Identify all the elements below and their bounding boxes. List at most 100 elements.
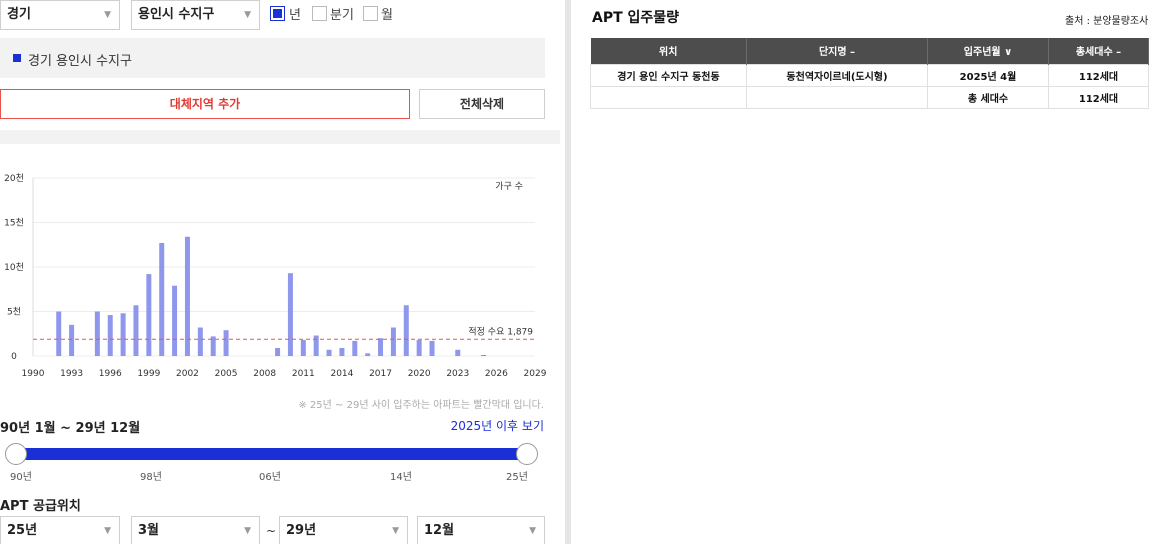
bar-2015[interactable] — [352, 340, 358, 356]
y-tick-label: 5천 — [7, 307, 21, 318]
right-panel: APT 입주물량 출처 : 분양물량조사 위치 단지명 – 입주년월 ∨ 총세대… — [571, 0, 1152, 544]
x-tick-label: 2017 — [369, 369, 392, 379]
table-cell: 112세대 — [1048, 63, 1149, 87]
y-tick-label: 20천 — [4, 173, 24, 184]
chart-footnote: ※ 25년 ~ 29년 사이 입주하는 아파트는 빨간막대 입니다. — [298, 400, 544, 411]
bar-2011[interactable] — [300, 339, 306, 356]
reference-line-label: 적정 수요 1,879 — [468, 325, 533, 337]
checkbox-quarter[interactable] — [312, 6, 327, 21]
table-cell: 경기 용인 수지구 동천동 — [590, 63, 747, 87]
bar-2021[interactable] — [429, 340, 435, 356]
slider-label: 06년 — [259, 472, 281, 483]
table-cell — [590, 85, 747, 109]
from-year-value: 25년 — [7, 523, 38, 538]
bar-1997[interactable] — [120, 313, 126, 356]
table-cell: 총 세대수 — [927, 85, 1049, 109]
bar-2025[interactable] — [481, 355, 487, 356]
x-tick-label: 2008 — [253, 369, 276, 379]
bar-2017[interactable] — [378, 338, 384, 356]
slider-label: 98년 — [140, 472, 162, 483]
chevron-down-icon: ▼ — [392, 526, 399, 536]
slider-label: 25년 — [506, 472, 528, 483]
chart-legend-label: 가구 수 — [495, 181, 523, 192]
x-tick-label: 1996 — [99, 369, 122, 379]
bar-1999[interactable] — [146, 274, 152, 356]
range-tilde: ~ — [266, 524, 277, 538]
bar-2003[interactable] — [197, 327, 203, 356]
selected-region-label: 경기 용인시 수지구 — [28, 54, 132, 69]
table-cell: 112세대 — [1048, 85, 1149, 109]
x-tick-label: 2029 — [524, 369, 547, 379]
region-color-marker — [13, 54, 21, 62]
y-tick-label: 10천 — [4, 262, 24, 273]
chart-header-bar — [0, 130, 560, 144]
bar-2002[interactable] — [184, 236, 190, 356]
bar-1992[interactable] — [56, 311, 62, 357]
checkbox-year[interactable] — [270, 6, 285, 21]
bar-2010[interactable] — [287, 273, 293, 356]
slider-handle-end[interactable] — [516, 443, 538, 465]
x-tick-label: 2026 — [485, 369, 508, 379]
supply-location-title: APT 공급위치 — [0, 499, 81, 514]
column-header-complex[interactable]: 단지명 – — [746, 38, 928, 64]
checkbox-month[interactable] — [363, 6, 378, 21]
from-month-select[interactable]: 3월 ▼ — [131, 516, 260, 544]
to-month-select[interactable]: 12월 ▼ — [417, 516, 545, 544]
bar-2009[interactable] — [275, 347, 281, 356]
to-year-select[interactable]: 29년 ▼ — [279, 516, 408, 544]
chevron-down-icon: ▼ — [104, 10, 111, 20]
chevron-down-icon: ▼ — [244, 526, 251, 536]
checkbox-quarter-label: 분기 — [330, 8, 354, 23]
table-row[interactable]: 경기 용인 수지구 동천동 동천역자이르네(도시형) 2025년 4월 112세… — [590, 63, 1149, 87]
city-select-value: 용인시 수지구 — [138, 7, 215, 22]
table-cell: 동천역자이르네(도시형) — [746, 63, 928, 87]
bar-2020[interactable] — [416, 339, 422, 356]
slider-label: 90년 — [10, 472, 32, 483]
bar-1995[interactable] — [94, 311, 100, 357]
x-tick-label: 2005 — [215, 369, 238, 379]
left-panel: 경기 ▼ 용인시 수지구 ▼ 년 분기 월 경기 용인시 수지구 대체지역 추가… — [0, 0, 560, 544]
apt-supply-title: APT 입주물량 — [592, 10, 680, 26]
table-total-row: 총 세대수 112세대 — [590, 85, 1149, 109]
bar-1998[interactable] — [133, 305, 139, 356]
bar-1996[interactable] — [107, 315, 113, 356]
checkbox-month-label: 월 — [381, 8, 393, 23]
bar-2018[interactable] — [390, 327, 396, 356]
x-tick-label: 2014 — [330, 369, 353, 379]
chevron-down-icon: ▼ — [529, 526, 536, 536]
add-alternative-region-button[interactable]: 대체지역 추가 — [0, 89, 410, 119]
y-tick-label: 0 — [11, 352, 17, 362]
column-header-households[interactable]: 총세대수 – — [1048, 38, 1149, 64]
from-year-select[interactable]: 25년 ▼ — [0, 516, 120, 544]
bar-2005[interactable] — [223, 330, 229, 356]
bar-2016[interactable] — [365, 353, 371, 356]
x-tick-label: 1990 — [22, 369, 45, 379]
bar-2012[interactable] — [313, 335, 319, 356]
bar-2023[interactable] — [455, 349, 461, 356]
table-cell: 2025년 4월 — [927, 63, 1049, 87]
chart-bars — [56, 236, 487, 357]
range-title: 90년 1월 ~ 29년 12월 — [0, 421, 141, 436]
x-tick-label: 1993 — [60, 369, 83, 379]
x-tick-label: 2011 — [292, 369, 315, 379]
bar-2001[interactable] — [172, 285, 178, 356]
bar-2019[interactable] — [403, 305, 409, 356]
year-range-slider-track[interactable] — [10, 448, 532, 460]
chart-y-ticks: 0 5천 10천 15천 20천 — [4, 173, 24, 362]
bar-1993[interactable] — [69, 324, 75, 356]
view-after-2025-link[interactable]: 2025년 이후 보기 — [451, 417, 544, 434]
to-year-value: 29년 — [286, 523, 317, 538]
column-header-location[interactable]: 위치 — [590, 38, 747, 64]
bar-2013[interactable] — [326, 349, 332, 356]
column-header-move-in[interactable]: 입주년월 ∨ — [927, 38, 1049, 64]
city-select[interactable]: 용인시 수지구 ▼ — [131, 0, 260, 30]
province-select[interactable]: 경기 ▼ — [0, 0, 120, 30]
selected-region-item: 경기 용인시 수지구 — [0, 38, 545, 78]
slider-label: 14년 — [390, 472, 412, 483]
x-tick-label: 2020 — [408, 369, 431, 379]
table-cell — [746, 85, 928, 109]
slider-handle-start[interactable] — [5, 443, 27, 465]
clear-all-button[interactable]: 전체삭제 — [419, 89, 545, 119]
chart-x-ticks: 1990 1993 1996 1999 2002 2005 2008 2011 2014 2017… — [22, 369, 547, 379]
bar-2014[interactable] — [339, 347, 345, 356]
